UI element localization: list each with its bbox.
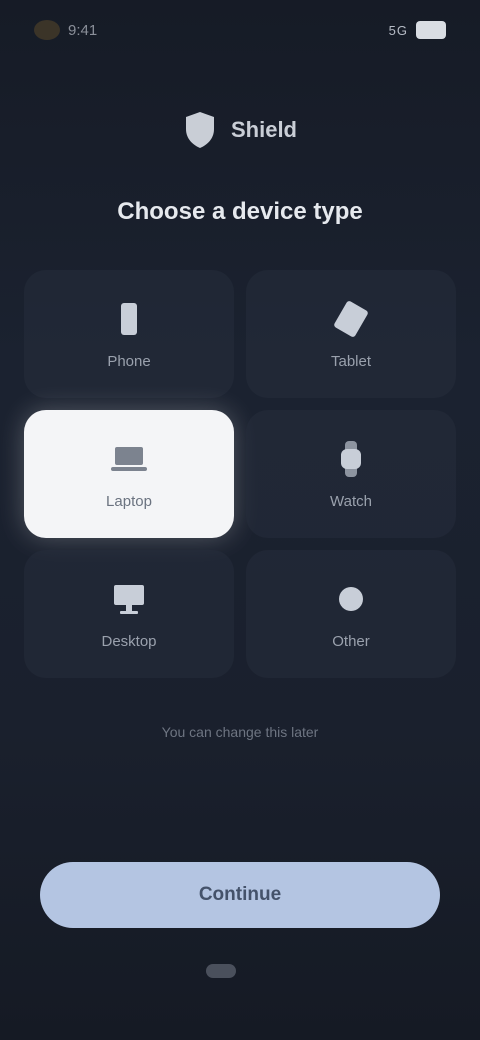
brand: Shield bbox=[0, 110, 480, 150]
tile-phone[interactable]: Phone bbox=[24, 270, 234, 398]
tile-tablet[interactable]: Tablet bbox=[246, 270, 456, 398]
brand-name: Shield bbox=[230, 117, 297, 142]
page-title: Choose a device type bbox=[117, 198, 363, 225]
status-time: 9:41 bbox=[68, 21, 98, 39]
shield-icon bbox=[185, 112, 214, 148]
tile-laptop[interactable]: Laptop bbox=[24, 410, 234, 538]
continue-button[interactable]: Continue bbox=[40, 862, 440, 928]
device-icon bbox=[339, 586, 363, 611]
tablet-icon bbox=[334, 300, 368, 337]
tile-desktop[interactable]: Desktop bbox=[24, 550, 234, 678]
status-left: 9:41 bbox=[34, 20, 97, 40]
phone-icon bbox=[121, 302, 137, 335]
tile-other[interactable]: Other bbox=[246, 550, 456, 678]
desktop-icon bbox=[114, 584, 144, 614]
tile-label: Desktop bbox=[101, 632, 157, 650]
tile-label: Tablet bbox=[330, 352, 372, 370]
tile-label: Other bbox=[332, 632, 370, 650]
battery-icon bbox=[416, 21, 446, 39]
tile-label: Watch bbox=[330, 492, 372, 510]
tile-label: Laptop bbox=[106, 492, 152, 510]
device-grid: Phone Tablet Laptop Watch Desktop Other bbox=[24, 270, 456, 678]
tile-label: Phone bbox=[107, 352, 151, 370]
status-right: 5G bbox=[389, 21, 446, 39]
watch-icon bbox=[341, 440, 361, 477]
signal-text: 5G bbox=[388, 22, 408, 38]
footnote: You can change this later bbox=[161, 724, 319, 740]
status-bar: 9:41 5G bbox=[0, 0, 480, 60]
laptop-icon bbox=[111, 446, 147, 471]
tile-watch[interactable]: Watch bbox=[246, 410, 456, 538]
home-indicator[interactable] bbox=[206, 964, 236, 978]
notification-icon bbox=[34, 20, 60, 40]
